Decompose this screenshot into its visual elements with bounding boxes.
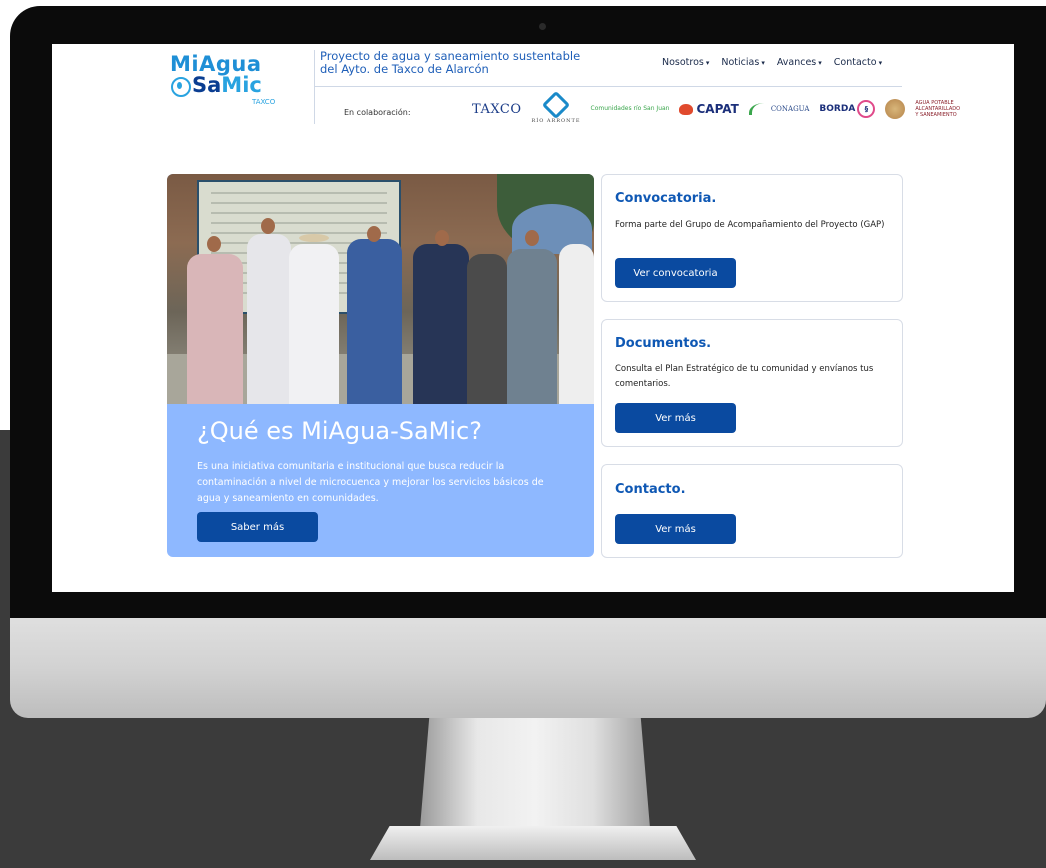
person-figure bbox=[467, 254, 507, 404]
header-divider-horizontal bbox=[314, 86, 902, 87]
conagua-icon bbox=[748, 103, 768, 115]
hero-card: ¿Qué es MiAgua-SaMic? Es una iniciativa … bbox=[167, 174, 594, 557]
card-documentos: Documentos. Consulta el Plan Estratégico… bbox=[601, 319, 903, 447]
monitor-chin bbox=[10, 618, 1046, 718]
partner-text: CAPAT bbox=[696, 102, 739, 116]
partner-logos: TAXCO RÍO ARRONTE Comunidades río San Ju… bbox=[472, 90, 961, 128]
card-text: Consulta el Plan Estratégico de tu comun… bbox=[615, 364, 874, 389]
partner-logo-agua[interactable]: AGUA POTABLE ALCANTARILLADO Y SANEAMIENT… bbox=[915, 100, 961, 118]
card-title: Convocatoria. bbox=[615, 191, 717, 206]
logo-text-mic: Mic bbox=[221, 73, 262, 97]
collab-label: En colaboración: bbox=[344, 108, 411, 117]
person-figure bbox=[247, 234, 291, 404]
person-figure bbox=[559, 244, 594, 404]
partner-logo-comunidades[interactable]: Comunidades río San Juan bbox=[591, 105, 670, 113]
monitor-stand bbox=[420, 718, 650, 828]
water-drop-icon bbox=[171, 77, 191, 97]
hat-shape bbox=[299, 234, 329, 242]
nav-item-contacto[interactable]: Contacto ▾ bbox=[834, 57, 882, 68]
card-title: Contacto. bbox=[615, 482, 686, 497]
ver-convocatoria-button[interactable]: Ver convocatoria bbox=[615, 258, 736, 288]
camera-icon bbox=[539, 23, 546, 30]
hero-description: Es una iniciativa comunitaria e instituc… bbox=[197, 461, 544, 504]
person-head bbox=[367, 226, 381, 242]
partner-text: Comunidades río San Juan bbox=[590, 105, 670, 112]
partner-text: TAXCO bbox=[472, 101, 522, 117]
logo-text-sa: Sa bbox=[192, 73, 222, 97]
site-logo[interactable]: MiAgua SaMic TAXCO bbox=[170, 52, 280, 106]
caret-down-icon: ▾ bbox=[761, 59, 765, 67]
partner-logo-rio-arronte[interactable]: RÍO ARRONTE bbox=[531, 90, 581, 124]
nav-label: Nosotros bbox=[662, 57, 704, 68]
partner-text: BORDA bbox=[819, 104, 856, 114]
caret-down-icon: ▾ bbox=[818, 59, 822, 67]
person-figure bbox=[187, 254, 243, 404]
person-head bbox=[207, 236, 221, 252]
person-head bbox=[261, 218, 275, 234]
logo-text-samic: SaMic bbox=[170, 73, 280, 97]
partner-logo-taxco[interactable]: TAXCO bbox=[472, 102, 521, 117]
logo-subtitle: TAXCO bbox=[252, 98, 276, 106]
partner-text: RÍO ARRONTE bbox=[531, 117, 581, 124]
nav-label: Avances bbox=[776, 57, 817, 68]
nav-label: Noticias bbox=[721, 57, 760, 68]
hero-photo bbox=[167, 174, 594, 404]
person-figure bbox=[507, 249, 557, 404]
card-contacto: Contacto. Ver más bbox=[601, 464, 903, 558]
borda-icon: § bbox=[857, 100, 876, 118]
nav-item-noticias[interactable]: Noticias ▾ bbox=[721, 57, 764, 68]
card-text: Forma parte del Grupo de Acompañamiento … bbox=[615, 220, 885, 230]
partner-text: AGUA POTABLE ALCANTARILLADO Y SANEAMIENT… bbox=[915, 100, 961, 118]
partner-logo-borda[interactable]: BORDA § bbox=[819, 100, 876, 118]
site-tagline: Proyecto de agua y saneamiento sustentab… bbox=[320, 49, 581, 76]
nav-item-avances[interactable]: Avances ▾ bbox=[777, 57, 822, 68]
hexagon-icon bbox=[541, 90, 571, 119]
person-figure bbox=[347, 239, 402, 404]
seal-icon bbox=[885, 99, 906, 119]
partner-text: CONAGUA bbox=[770, 105, 810, 113]
main-nav: Nosotros ▾ Noticias ▾ Avances ▾ Contacto ▾ bbox=[662, 57, 882, 68]
card-title: Documentos. bbox=[615, 336, 712, 351]
nav-label: Contacto bbox=[833, 57, 877, 68]
person-head bbox=[525, 230, 539, 246]
person-head bbox=[435, 230, 449, 246]
saber-mas-button[interactable]: Saber más bbox=[197, 512, 318, 542]
nav-item-nosotros[interactable]: Nosotros ▾ bbox=[662, 57, 709, 68]
header-divider-vertical bbox=[314, 50, 315, 124]
monitor-base bbox=[370, 826, 696, 860]
website-screen: MiAgua SaMic TAXCO Proyecto de agua y sa… bbox=[52, 44, 1014, 592]
caret-down-icon: ▾ bbox=[878, 59, 883, 67]
card-convocatoria: Convocatoria. Forma parte del Grupo de A… bbox=[601, 174, 903, 302]
partner-logo-capat[interactable]: CAPAT bbox=[679, 102, 739, 116]
hero-title: ¿Qué es MiAgua-SaMic? bbox=[197, 417, 482, 445]
person-figure bbox=[289, 244, 339, 404]
ver-mas-contacto-button[interactable]: Ver más bbox=[615, 514, 736, 544]
partner-logo-conagua[interactable]: CONAGUA bbox=[748, 103, 810, 115]
ver-mas-documentos-button[interactable]: Ver más bbox=[615, 403, 736, 433]
capat-icon bbox=[679, 103, 694, 115]
caret-down-icon: ▾ bbox=[705, 59, 710, 67]
person-figure bbox=[413, 244, 469, 404]
